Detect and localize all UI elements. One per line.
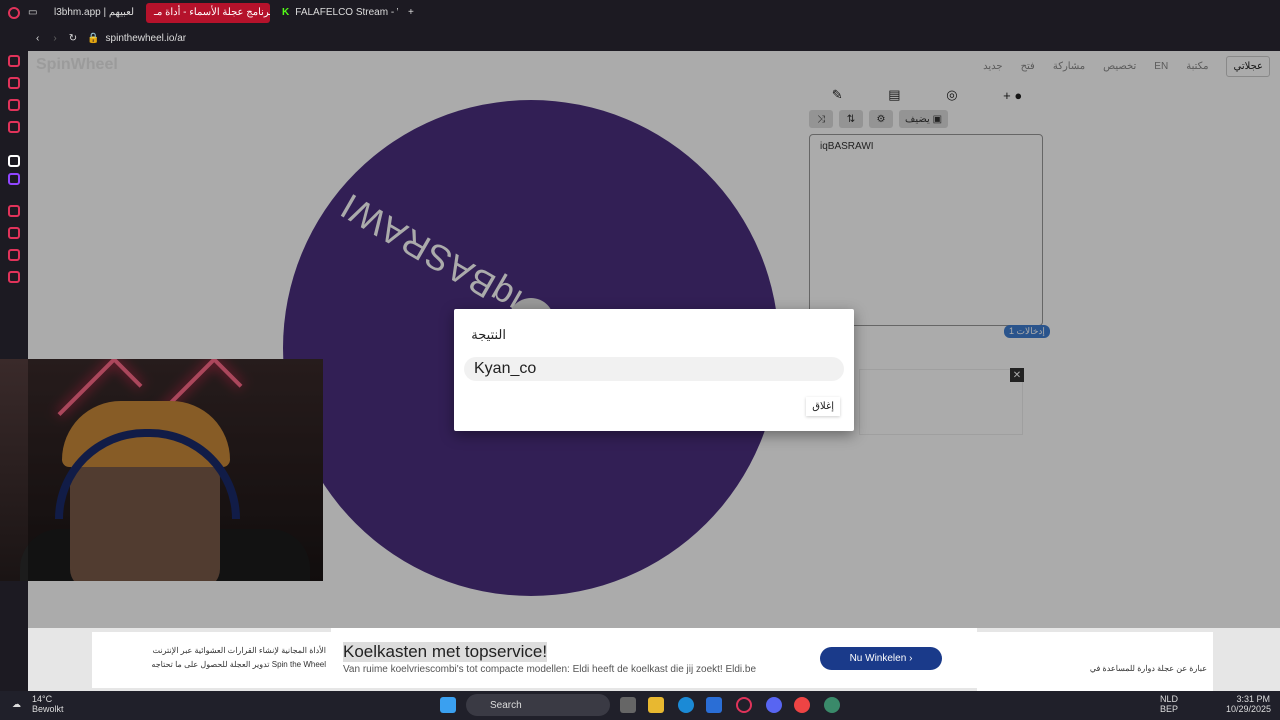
sidebar-icon[interactable] [8, 55, 20, 67]
twitch-icon[interactable] [8, 173, 20, 185]
ad-left-line1: الأداة المجانية لإنشاء القرارات العشوائي… [152, 646, 326, 655]
lock-icon: 🔒 [87, 32, 100, 44]
temperature: 14°C [32, 694, 53, 704]
chevron-right-icon: › [909, 653, 913, 664]
sidebar-icon[interactable] [8, 121, 20, 133]
forward-icon[interactable]: › [53, 33, 56, 44]
clock-time: 3:31 PM [1236, 694, 1270, 704]
opera-icon[interactable] [736, 697, 752, 713]
lang-secondary: BEP [1160, 704, 1179, 714]
lang-primary: NLD [1160, 694, 1179, 704]
ad-subtitle: Van ruime koelvriescombi's tot compacte … [343, 664, 757, 675]
windows-start-icon[interactable] [440, 697, 456, 713]
ad-left-text: الأداة المجانية لإنشاء القرارات العشوائي… [92, 632, 332, 688]
tab-label: FALAFELCO Stream - Wa [295, 7, 398, 18]
clock-date: 10/29/2025 [1226, 704, 1272, 714]
weather-widget[interactable]: 14°C Bewolkt [32, 694, 64, 714]
chrome-icon[interactable] [794, 697, 810, 713]
reload-icon[interactable]: ↻ [69, 33, 77, 44]
ad-button-label: Nu Winkelen [849, 653, 907, 664]
browser-tab-bar: ▭ l3bhm.app | لعبيهم برنامج عجلة الأسماء… [0, 0, 1280, 25]
tab-falafelco[interactable]: K FALAFELCO Stream - Wa [274, 3, 398, 23]
result-dialog: النتيجة Kyan_co إغلاق [454, 309, 854, 431]
kick-icon: K [282, 7, 290, 18]
ad-shop-button[interactable]: Nu Winkelen › [820, 647, 942, 670]
sidebar-icon[interactable] [8, 227, 20, 239]
tab-l3bhm[interactable]: l3bhm.app | لعبيهم [46, 3, 142, 23]
discord-icon[interactable] [766, 697, 782, 713]
settings-icon[interactable] [8, 271, 20, 283]
opera-logo-icon[interactable] [8, 6, 20, 19]
windows-taskbar: ☁ 14°C Bewolkt Search NLD BEP 3:31 PM 10… [0, 691, 1280, 720]
ad-title[interactable]: Koelkasten met topservice! [343, 642, 548, 662]
url-field[interactable]: spinthewheel.io/ar [106, 33, 187, 44]
sidebar-icon[interactable] [8, 77, 20, 89]
address-bar: ‹ › ↻ 🔒 spinthewheel.io/ar [0, 25, 1280, 51]
close-button[interactable]: إغلاق [806, 397, 840, 416]
search-label: Search [490, 699, 522, 711]
taskbar-search[interactable]: Search [466, 694, 610, 716]
system-clock[interactable]: 3:31 PM 10/29/2025 [1226, 694, 1272, 714]
sidebar-icon[interactable] [8, 205, 20, 217]
store-icon[interactable] [706, 697, 722, 713]
sidebar-icon[interactable] [8, 249, 20, 261]
tab-spinthewheel[interactable]: برنامج عجلة الأسماء - أداة مـ [146, 2, 271, 23]
tab-label: l3bhm.app | لعبيهم [54, 7, 135, 18]
sidebar-icon[interactable] [8, 99, 20, 111]
folder-icon[interactable] [648, 697, 664, 713]
ad-right-text: عبارة عن عجلة دوارة للمساعدة في [977, 632, 1213, 696]
cloud-icon: ☁ [12, 699, 21, 709]
new-tab-icon[interactable]: + [408, 7, 414, 18]
ad-banner[interactable]: Koelkasten met topservice! Van ruime koe… [331, 628, 977, 688]
edge-icon[interactable] [678, 697, 694, 713]
language-indicator[interactable]: NLD BEP [1160, 694, 1178, 714]
tab-label: برنامج عجلة الأسماء - أداة مـ [154, 7, 271, 18]
ad-left-line2: Spin the Wheel تدوير العجلة للحصول على م… [151, 660, 326, 669]
dialog-title: النتيجة [471, 327, 506, 342]
tab-menu-icon[interactable]: ▭ [28, 7, 46, 18]
back-icon[interactable]: ‹ [36, 33, 39, 44]
weather-status: Bewolkt [32, 704, 64, 714]
sidebar-icon[interactable] [8, 155, 20, 167]
app-icon[interactable] [824, 697, 840, 713]
task-view-icon[interactable] [620, 697, 636, 713]
result-name: Kyan_co [464, 357, 844, 381]
